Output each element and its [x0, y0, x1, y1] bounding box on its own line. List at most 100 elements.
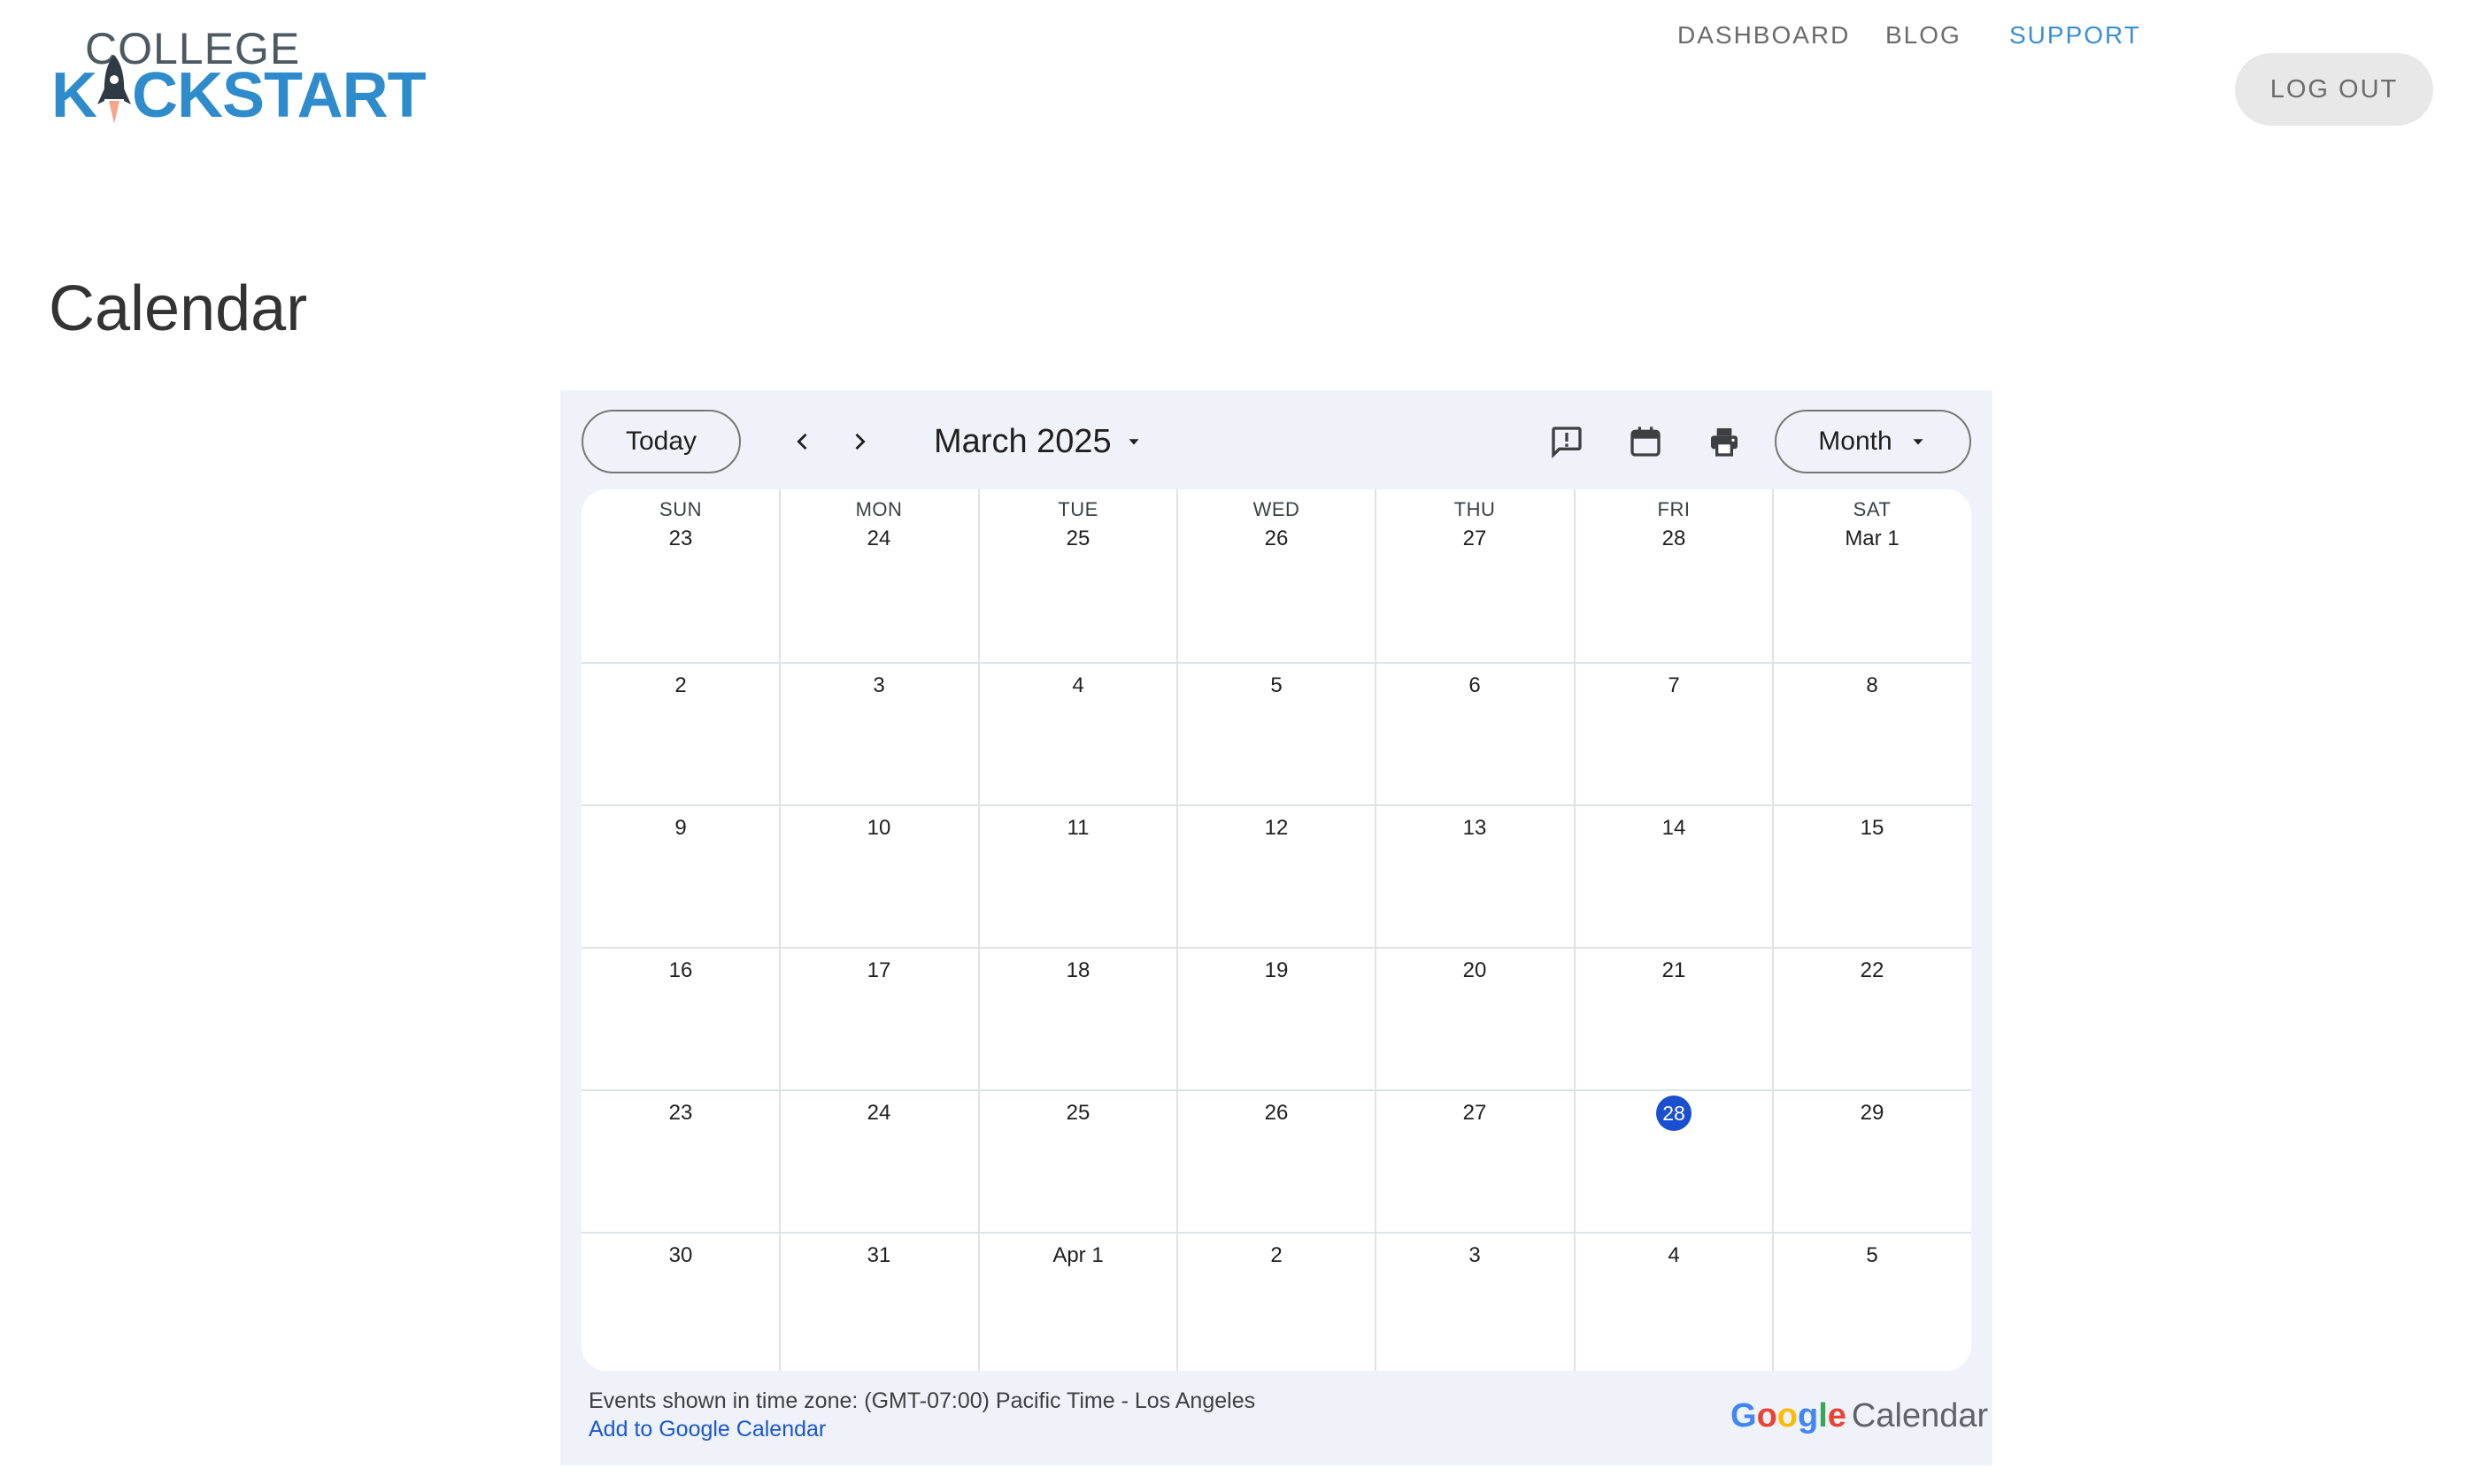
date-number: 25	[1066, 1101, 1090, 1125]
day-cell[interactable]: 5	[1177, 675, 1376, 804]
day-cell[interactable]: MON 24	[780, 500, 978, 659]
google-wordmark: Google	[1730, 1397, 1846, 1434]
nav-blog[interactable]: BLOG	[1885, 0, 1961, 71]
date-number: 19	[1264, 958, 1289, 982]
today-indicator[interactable]: 28	[1656, 1096, 1692, 1131]
row-divider	[582, 662, 1971, 664]
page-title: Calendar	[49, 273, 308, 344]
day-cell[interactable]: 7	[1575, 675, 1773, 804]
date-number: 22	[1860, 958, 1884, 982]
day-cell[interactable]: 17	[780, 960, 978, 1088]
day-cell[interactable]: FRI 28	[1575, 500, 1773, 659]
day-cell[interactable]: 29	[1773, 1103, 1971, 1231]
day-cell[interactable]: 23	[582, 1103, 780, 1231]
month-selector[interactable]: March 2025	[934, 415, 1144, 468]
day-cell[interactable]: 4	[979, 675, 1177, 804]
day-cell[interactable]: 26	[1177, 1103, 1376, 1231]
logo-line-2: K CKSTART	[51, 55, 427, 127]
day-cell[interactable]: 10	[780, 818, 978, 946]
date-number: 12	[1264, 816, 1289, 840]
day-cell[interactable]: WED 26	[1177, 500, 1376, 659]
day-cell[interactable]: 13	[1376, 818, 1574, 946]
feedback-icon[interactable]	[1540, 415, 1593, 468]
day-cell[interactable]: Apr 1	[979, 1245, 1177, 1369]
date-number: 20	[1462, 958, 1487, 982]
google-calendar-logo[interactable]: Google Calendar	[1730, 1397, 1988, 1435]
today-date-number: 28	[1575, 1096, 1773, 1131]
google-letter: e	[1827, 1397, 1846, 1434]
timezone-note: Events shown in time zone: (GMT-07:00) P…	[589, 1388, 1256, 1413]
weekday-header: SUN	[659, 498, 702, 520]
date-number: 4	[1072, 673, 1084, 697]
calendar-toolbar: Today March 2025 Month	[560, 390, 1992, 489]
day-cell[interactable]: THU 27	[1376, 500, 1574, 659]
month-grid: SUN 23 MON 24 TUE 25 WED 26 THU 27 FRI 28 SAT Mar 123…	[582, 489, 1971, 1371]
nav-dashboard[interactable]: DASHBOARD	[1677, 0, 1850, 71]
day-cell[interactable]: 30	[582, 1245, 780, 1369]
date-number: 2	[674, 673, 687, 697]
day-cell[interactable]: 21	[1575, 960, 1773, 1088]
date-number: 16	[668, 958, 693, 982]
row-divider	[582, 1232, 1971, 1234]
date-number: 24	[867, 527, 891, 550]
logo-word-rest: CKSTART	[132, 60, 427, 131]
date-number: 17	[867, 958, 891, 982]
view-selector[interactable]: Month	[1775, 410, 1971, 473]
add-to-google-calendar-link[interactable]: Add to Google Calendar	[589, 1417, 826, 1442]
date-number: 25	[1066, 527, 1090, 550]
day-cell[interactable]: 18	[979, 960, 1177, 1088]
day-cell[interactable]: 2	[582, 675, 780, 804]
day-cell[interactable]: 6	[1376, 675, 1574, 804]
chevron-left-icon[interactable]	[778, 417, 828, 466]
day-cell[interactable]: 22	[1773, 960, 1971, 1088]
day-cell[interactable]: 4	[1575, 1245, 1773, 1369]
day-cell[interactable]: 27	[1376, 1103, 1574, 1231]
day-cell[interactable]: 12	[1177, 818, 1376, 946]
site-logo[interactable]: COLLEGE K CKSTART	[51, 25, 427, 149]
date-number: 3	[1468, 1243, 1481, 1267]
date-number: 27	[1462, 527, 1487, 550]
weekday-header: FRI	[1657, 498, 1691, 520]
date-number: 10	[867, 816, 891, 840]
weekday-header: MON	[855, 498, 903, 520]
date-number: Apr 1	[1052, 1243, 1104, 1267]
nav-support[interactable]: SUPPORT	[2009, 0, 2141, 71]
month-label: March 2025	[934, 422, 1112, 460]
date-number: 30	[668, 1243, 693, 1267]
day-cell[interactable]: 8	[1773, 675, 1971, 804]
calendar-icon[interactable]	[1619, 415, 1672, 468]
day-cell[interactable]: TUE 25	[979, 500, 1177, 659]
day-cell[interactable]: 15	[1773, 818, 1971, 946]
today-button[interactable]: Today	[582, 410, 741, 473]
day-cell[interactable]: 19	[1177, 960, 1376, 1088]
day-cell[interactable]: SUN 23	[582, 500, 780, 659]
chevron-right-icon[interactable]	[835, 417, 884, 466]
date-number: 5	[1866, 1243, 1878, 1267]
google-letter: g	[1798, 1397, 1819, 1434]
day-cell[interactable]: 11	[979, 818, 1177, 946]
day-cell[interactable]: 20	[1376, 960, 1574, 1088]
weekday-header: TUE	[1058, 498, 1098, 520]
date-number: 21	[1661, 958, 1686, 982]
day-cell[interactable]: 9	[582, 818, 780, 946]
day-cell[interactable]: 3	[780, 675, 978, 804]
day-cell[interactable]: 25	[979, 1103, 1177, 1231]
date-number: 15	[1860, 816, 1884, 840]
day-cell[interactable]: 3	[1376, 1245, 1574, 1369]
caret-down-icon	[1129, 439, 1139, 445]
day-cell[interactable]: 5	[1773, 1245, 1971, 1369]
day-cell[interactable]: 14	[1575, 818, 1773, 946]
day-cell[interactable]: 28	[1575, 1096, 1773, 1231]
google-letter: G	[1730, 1397, 1757, 1434]
google-letter: o	[1776, 1397, 1798, 1434]
day-cell[interactable]: 24	[780, 1103, 978, 1231]
rocket-icon	[96, 55, 132, 127]
day-cell[interactable]: SAT Mar 1	[1773, 500, 1971, 659]
day-cell[interactable]: 31	[780, 1245, 978, 1369]
logout-button[interactable]: LOG OUT	[2235, 53, 2433, 126]
day-cell[interactable]: 16	[582, 960, 780, 1088]
view-label: Month	[1818, 427, 1892, 456]
day-cell[interactable]: 2	[1177, 1245, 1376, 1369]
date-number: 13	[1462, 816, 1487, 840]
print-icon[interactable]	[1698, 415, 1751, 468]
